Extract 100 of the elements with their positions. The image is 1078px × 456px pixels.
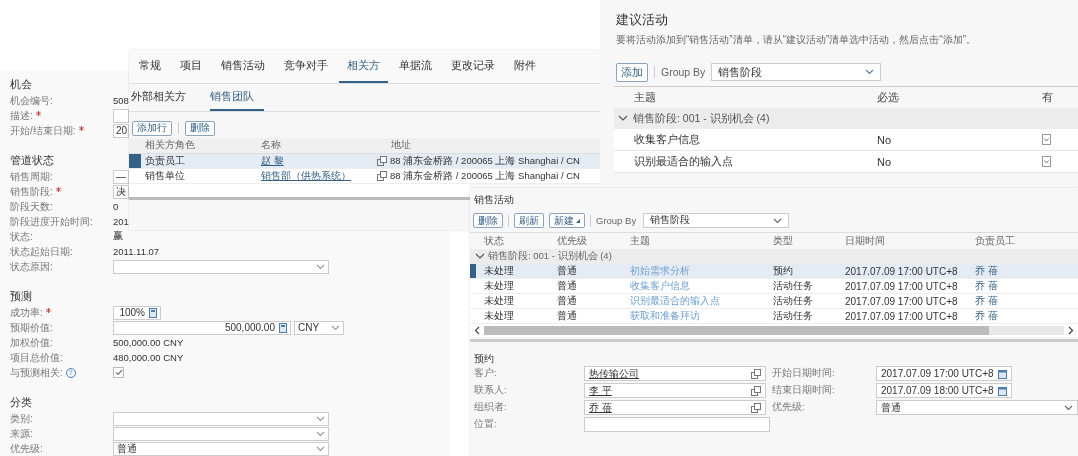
- table-row[interactable]: 未处理 普通 获取和准备拜访 活动任务 2017.07.09 17:00 UTC+8 乔 蓓: [470, 309, 1078, 324]
- tab[interactable]: 外部相关方: [131, 84, 196, 111]
- owner-link[interactable]: 乔 蓓: [975, 309, 1078, 323]
- chevron-down-icon: [773, 217, 783, 224]
- field-value: 0: [113, 201, 119, 212]
- table-row[interactable]: 未处理 普通 初始需求分析 预约 2017.07.09 17:00 UTC+8 乔 蓓: [470, 264, 1078, 279]
- group-by-dropdown[interactable]: 销售阶段: [711, 63, 882, 81]
- table-cell-text: 预约: [773, 264, 794, 278]
- field-value: 500,000.00 CNY: [113, 337, 184, 348]
- dropdown-icon[interactable]: [1042, 156, 1051, 167]
- table-cell-text: 2017.07.09 17:00 UTC+8: [845, 265, 959, 277]
- chevron-right-icon: [1068, 326, 1074, 335]
- table-cell-text: 识别最适合的输入点: [633, 154, 734, 169]
- refresh-button[interactable]: 刷新: [514, 213, 544, 228]
- link-value[interactable]: 热传输公司: [589, 366, 639, 381]
- column-header: 有: [1042, 90, 1054, 105]
- field-label: 项目总价值:: [10, 350, 63, 365]
- field-label: 优先级:: [772, 401, 806, 414]
- table-cell-text: 2017.07.09 17:00 UTC+8: [845, 310, 959, 322]
- input-field[interactable]: —: [113, 169, 129, 184]
- delete-button[interactable]: 删除: [473, 213, 503, 228]
- checkbox[interactable]: [113, 367, 124, 378]
- table-cell-text: 未处理: [484, 264, 515, 278]
- calendar-icon: [998, 368, 1007, 379]
- link-value[interactable]: 李 平: [589, 383, 612, 398]
- dropdown[interactable]: [113, 259, 329, 274]
- chevron-down-icon: [1064, 404, 1073, 411]
- field-label: 加权价值:: [10, 335, 53, 350]
- group-by-dropdown[interactable]: 销售阶段: [643, 213, 790, 228]
- section-heading: 机会: [10, 77, 32, 92]
- copy-icon: [751, 368, 761, 379]
- field-label: 阶段进度开始时间:: [10, 214, 93, 229]
- input-field[interactable]: 热传输公司: [584, 366, 766, 381]
- group-row[interactable]: 销售阶段: 001 - 识别机会 (4): [614, 108, 1078, 129]
- table-cell-text: 普通: [557, 279, 578, 293]
- name-link[interactable]: 赵 黎: [261, 154, 284, 166]
- column-header: 日期时间: [845, 234, 886, 248]
- tab[interactable]: 项目: [172, 50, 210, 83]
- add-row-button[interactable]: 添加行: [132, 120, 172, 136]
- scrollbar[interactable]: [470, 324, 1078, 337]
- add-button[interactable]: 添加: [616, 62, 648, 82]
- dropdown-icon[interactable]: [1042, 134, 1051, 145]
- section-heading: 管道状态: [10, 153, 54, 168]
- dropdown[interactable]: 普通: [113, 441, 329, 456]
- caret-icon: [576, 218, 580, 223]
- tab[interactable]: 销售团队: [210, 84, 264, 111]
- selection-marker: [129, 154, 141, 168]
- table-cell: 88 浦东金桥路 / 200065 上海 Shanghai / CN: [390, 154, 580, 168]
- tab[interactable]: 常规: [131, 50, 169, 83]
- copy-icon: [751, 402, 761, 413]
- field-label: 联系人:: [474, 384, 508, 397]
- table-cell-text: 未处理: [484, 279, 515, 293]
- field-label: 状态起始日期:: [10, 244, 73, 259]
- field-label: 与预测相关:: [10, 365, 63, 380]
- table-row[interactable]: 销售单位 销售部（供热系统） 88 浦东金桥路 / 200065 上海 Shanghai / CN: [129, 169, 600, 184]
- table-row[interactable]: 未处理 普通 识别最适合的输入点 活动任务 2017.07.09 17:00 UTC+8 乔 蓓: [470, 294, 1078, 309]
- dropdown[interactable]: [113, 426, 329, 441]
- tab[interactable]: 相关方: [339, 50, 388, 83]
- chevron-down-icon: [618, 115, 628, 122]
- date-field[interactable]: 2017.07.09 17:00 UTC+8: [876, 366, 1012, 381]
- input-field[interactable]: 乔 蓓: [584, 400, 766, 415]
- link-value[interactable]: 乔 蓓: [589, 400, 612, 415]
- tab[interactable]: 单据流: [391, 50, 440, 83]
- tab[interactable]: 附件: [506, 50, 544, 83]
- new-button[interactable]: 新建: [549, 213, 585, 228]
- input-field[interactable]: [584, 417, 770, 432]
- table-row[interactable]: 未处理 普通 收集客户信息 活动任务 2017.07.09 17:00 UTC+8 乔 蓓: [470, 279, 1078, 294]
- input-field[interactable]: 决: [113, 184, 129, 199]
- field-label: 预期价值:: [10, 320, 53, 335]
- table-cell-text: 销售单位: [144, 169, 186, 183]
- field-label: 类别:: [10, 411, 33, 426]
- input-field[interactable]: 李 平: [584, 383, 766, 398]
- tab[interactable]: 销售活动: [213, 50, 273, 83]
- name-link[interactable]: 销售部（供热系统）: [261, 169, 351, 181]
- field-label: 状态原因:: [10, 259, 53, 274]
- group-row[interactable]: 销售阶段: 001 - 识别机会 (4): [470, 249, 1078, 264]
- table-cell-text: 活动任务: [773, 294, 814, 308]
- input-field[interactable]: 500,000.00: [113, 320, 291, 335]
- input-field[interactable]: 20: [113, 123, 129, 138]
- table-row[interactable]: 负责员工 赵 黎 88 浦东金桥路 / 200065 上海 Shanghai / CN: [129, 154, 600, 169]
- tab[interactable]: 竞争对手: [276, 50, 336, 83]
- input-field[interactable]: [113, 108, 129, 123]
- date-field[interactable]: 2017.07.09 18:00 UTC+8: [876, 383, 1012, 398]
- currency-dropdown[interactable]: CNY: [294, 320, 344, 335]
- tab[interactable]: 更改记录: [443, 50, 503, 83]
- owner-link[interactable]: 乔 蓓: [975, 279, 1078, 293]
- column-header: 主题: [633, 90, 657, 105]
- owner-link[interactable]: 乔 蓓: [975, 264, 1078, 278]
- table-cell-text: No: [877, 155, 893, 168]
- chevron-down-icon: [331, 324, 340, 331]
- group-by-label: Group By: [596, 215, 637, 226]
- field-value: 201: [113, 216, 129, 227]
- section-heading: 分类: [10, 395, 32, 410]
- delete-button[interactable]: 删除: [185, 120, 215, 136]
- selection-marker: [470, 264, 476, 278]
- dropdown[interactable]: 普通: [876, 400, 1078, 415]
- input-field[interactable]: 100%: [113, 305, 161, 320]
- dropdown[interactable]: [113, 411, 329, 426]
- section-heading: 预测: [10, 289, 32, 304]
- owner-link[interactable]: 乔 蓓: [975, 294, 1078, 308]
